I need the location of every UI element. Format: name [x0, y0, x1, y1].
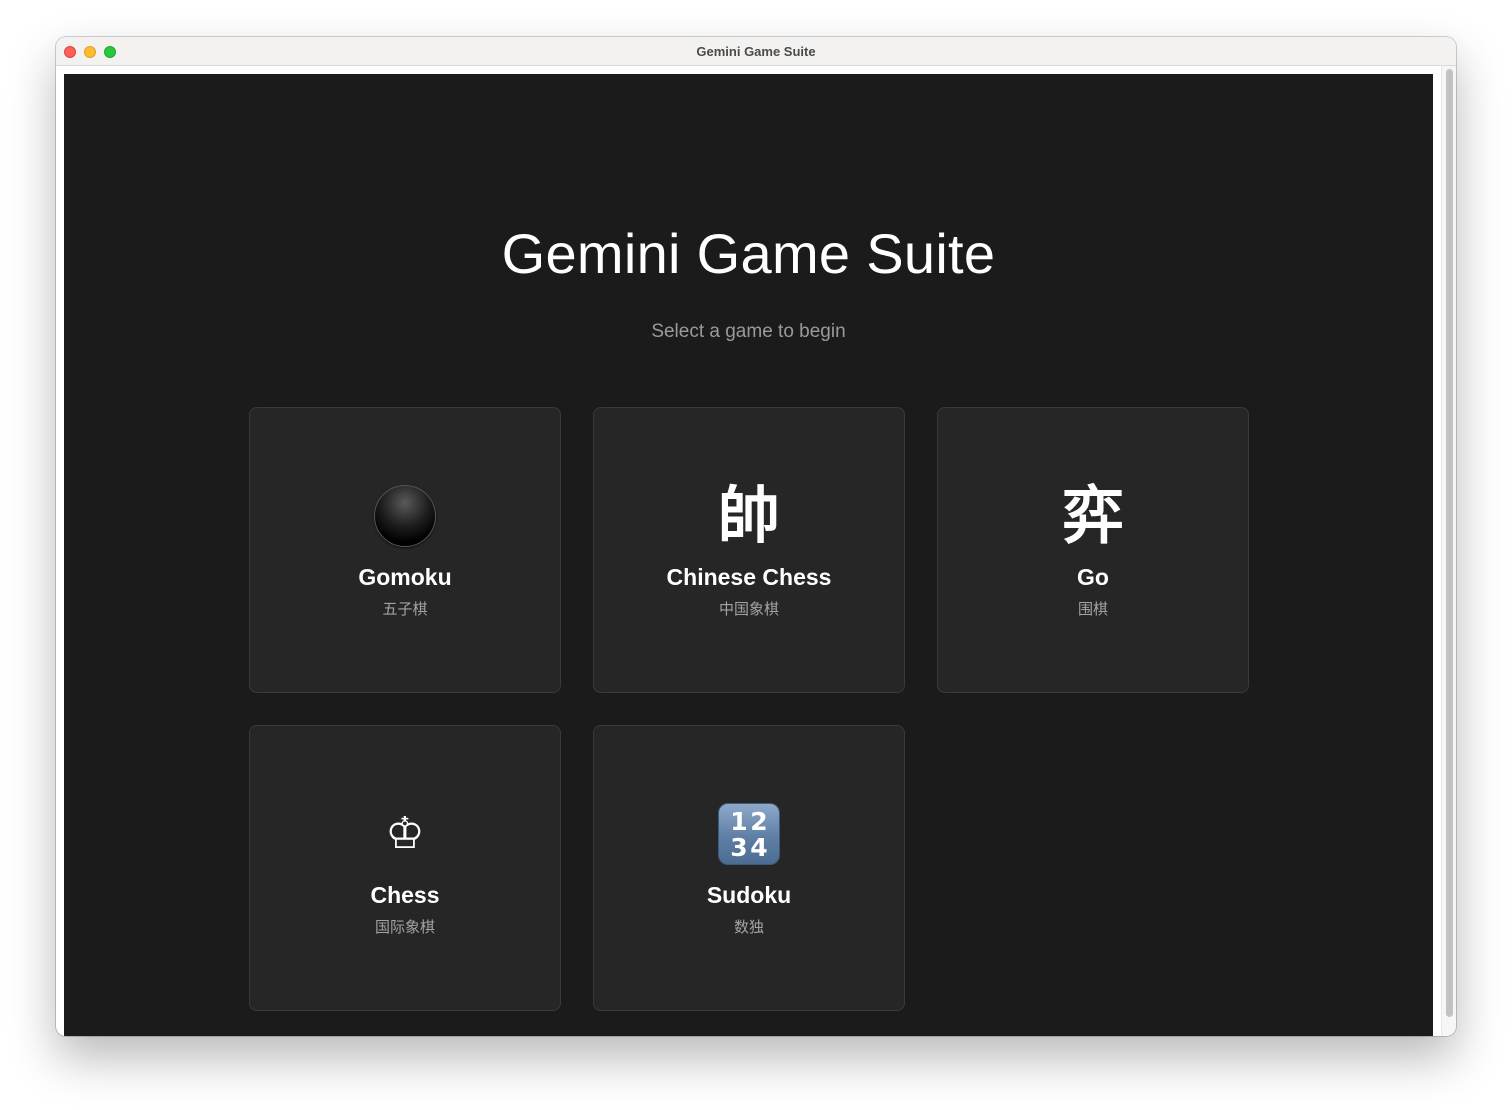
page-title: Gemini Game Suite: [501, 222, 996, 285]
main-content: Gemini Game Suite Select a game to begin…: [64, 74, 1433, 1036]
game-card-gomoku[interactable]: Gomoku 五子棋: [249, 407, 561, 693]
game-subtitle: 数独: [733, 918, 764, 936]
game-name: Go: [1077, 564, 1109, 590]
game-subtitle: 五子棋: [382, 600, 428, 618]
page-subtitle: Select a game to begin: [651, 321, 846, 342]
tile-digit: 1: [730, 807, 748, 836]
game-card-sudoku[interactable]: 1 2 3 4 Sudoku 数独: [593, 725, 905, 1011]
shuai-character-icon: 帥: [717, 479, 780, 552]
yi-character-icon: 弈: [1061, 479, 1124, 552]
game-name: Sudoku: [706, 882, 792, 908]
scrollbar-thumb[interactable]: [1446, 69, 1453, 1017]
card-icon-wrap: 1 2 3 4: [594, 802, 904, 866]
black-stone-icon: [374, 485, 436, 547]
card-icon-wrap: ♔: [250, 802, 560, 866]
game-subtitle: 围棋: [1077, 600, 1108, 618]
card-icon-wrap: [250, 484, 560, 548]
game-name: Chess: [370, 882, 440, 908]
game-name: Chinese Chess: [666, 564, 832, 590]
title-bar: Gemini Game Suite: [56, 37, 1456, 66]
game-subtitle: 中国象棋: [718, 600, 779, 618]
game-card-chinese-chess[interactable]: 帥 Chinese Chess 中国象棋: [593, 407, 905, 693]
window-title: Gemini Game Suite: [696, 44, 816, 59]
tile-digit: 2: [750, 807, 768, 836]
card-icon-wrap: 弈: [938, 484, 1248, 548]
app-window: Gemini Game Suite Gemini Game Suite Sele…: [56, 37, 1456, 1036]
chess-king-icon: ♔: [385, 808, 425, 859]
game-subtitle: 国际象棋: [374, 918, 435, 936]
game-card-chess[interactable]: ♔ Chess 国际象棋: [249, 725, 561, 1011]
number-tile-icon: 1 2 3 4: [718, 803, 780, 865]
game-name: Gomoku: [358, 564, 452, 590]
tile-digit: 4: [750, 833, 768, 862]
game-card-go[interactable]: 弈 Go 围棋: [937, 407, 1249, 693]
tile-digit: 3: [730, 833, 748, 862]
vertical-scrollbar[interactable]: [1441, 66, 1456, 1036]
card-icon-wrap: 帥: [594, 484, 904, 548]
